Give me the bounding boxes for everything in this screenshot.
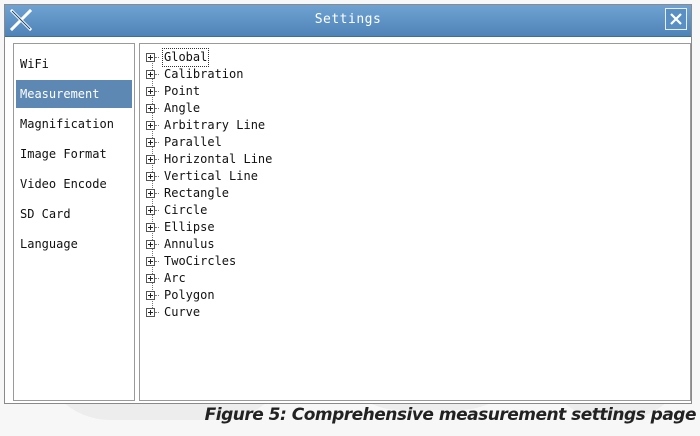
tree-node-label: Ellipse [164,220,215,234]
tree-connector [155,142,159,143]
close-icon [670,13,682,25]
tree-connector [155,176,159,177]
tree-node-label: Curve [164,305,201,319]
tree-connector [155,57,159,58]
tree-connector [155,295,159,296]
window-title: Settings [314,12,382,27]
tree-connector [155,278,159,279]
tree-node-label: Rectangle [164,186,230,200]
expand-icon[interactable] [146,70,155,79]
tree-connector [155,312,159,313]
sidebar-item-sd-card[interactable]: SD Card [16,200,132,228]
tree-node-label: Circle [164,203,208,217]
tree-connector [155,159,159,160]
tree-node-label: Polygon [164,288,215,302]
expand-icon[interactable] [146,257,155,266]
tree-node-label: Calibration [164,67,244,81]
sidebar-item-label: SD Card [20,207,71,221]
tree-node-label: Annulus [164,237,215,251]
expand-icon[interactable] [146,189,155,198]
expand-icon[interactable] [146,104,155,113]
sidebar-item-image-format[interactable]: Image Format [16,140,132,168]
sidebar-item-label: Image Format [20,147,107,161]
tree-connector [155,125,159,126]
expand-icon[interactable] [146,240,155,249]
measurement-tree: Global Calibration Point Angle Arbitrary… [139,43,691,401]
expand-icon[interactable] [146,291,155,300]
tree-node-label: Arc [164,271,186,285]
expand-icon[interactable] [146,155,155,164]
expand-icon[interactable] [146,87,155,96]
sidebar-item-wifi[interactable]: WiFi [16,50,132,78]
expand-icon[interactable] [146,206,155,215]
sidebar-item-language[interactable]: Language [16,230,132,258]
sidebar-item-label: Magnification [20,117,114,131]
tree-connector [155,261,159,262]
tree-node-label: TwoCircles [164,254,237,268]
expand-icon[interactable] [146,172,155,181]
expand-icon[interactable] [146,138,155,147]
tree-connector [155,244,159,245]
tree-connector [155,91,159,92]
sidebar-item-label: WiFi [20,57,49,71]
tree-connector [155,227,159,228]
tree-connector [155,193,159,194]
expand-icon[interactable] [146,121,155,130]
tree-node-label: Angle [164,101,201,115]
tree-connector [155,74,159,75]
sidebar-item-magnification[interactable]: Magnification [16,110,132,138]
expand-icon[interactable] [146,308,155,317]
tree-node-label: Parallel [164,135,222,149]
tree-node-label: Global [161,48,210,67]
tree-connector [155,108,159,109]
tree-node-label: Arbitrary Line [164,118,266,132]
close-button[interactable] [665,8,687,30]
figure-caption: Figure 5: Comprehensive measurement sett… [204,405,697,425]
sidebar-item-measurement[interactable]: Measurement [16,80,132,108]
expand-icon[interactable] [146,223,155,232]
sidebar-item-video-encode[interactable]: Video Encode [16,170,132,198]
sidebar-item-label: Language [20,237,78,251]
tree-node-label: Horizontal Line [164,152,273,166]
tree-node-label: Vertical Line [164,169,258,183]
expand-icon[interactable] [146,53,155,62]
tree-node-label: Point [164,84,201,98]
expand-icon[interactable] [146,274,155,283]
title-bar: Settings [5,5,691,37]
tree-connector [155,210,159,211]
sidebar-item-label: Measurement [20,87,100,101]
settings-window: Settings WiFi Measurement Magnification … [4,4,692,404]
sidebar-item-label: Video Encode [20,177,107,191]
settings-category-list: WiFi Measurement Magnification Image For… [13,43,135,401]
